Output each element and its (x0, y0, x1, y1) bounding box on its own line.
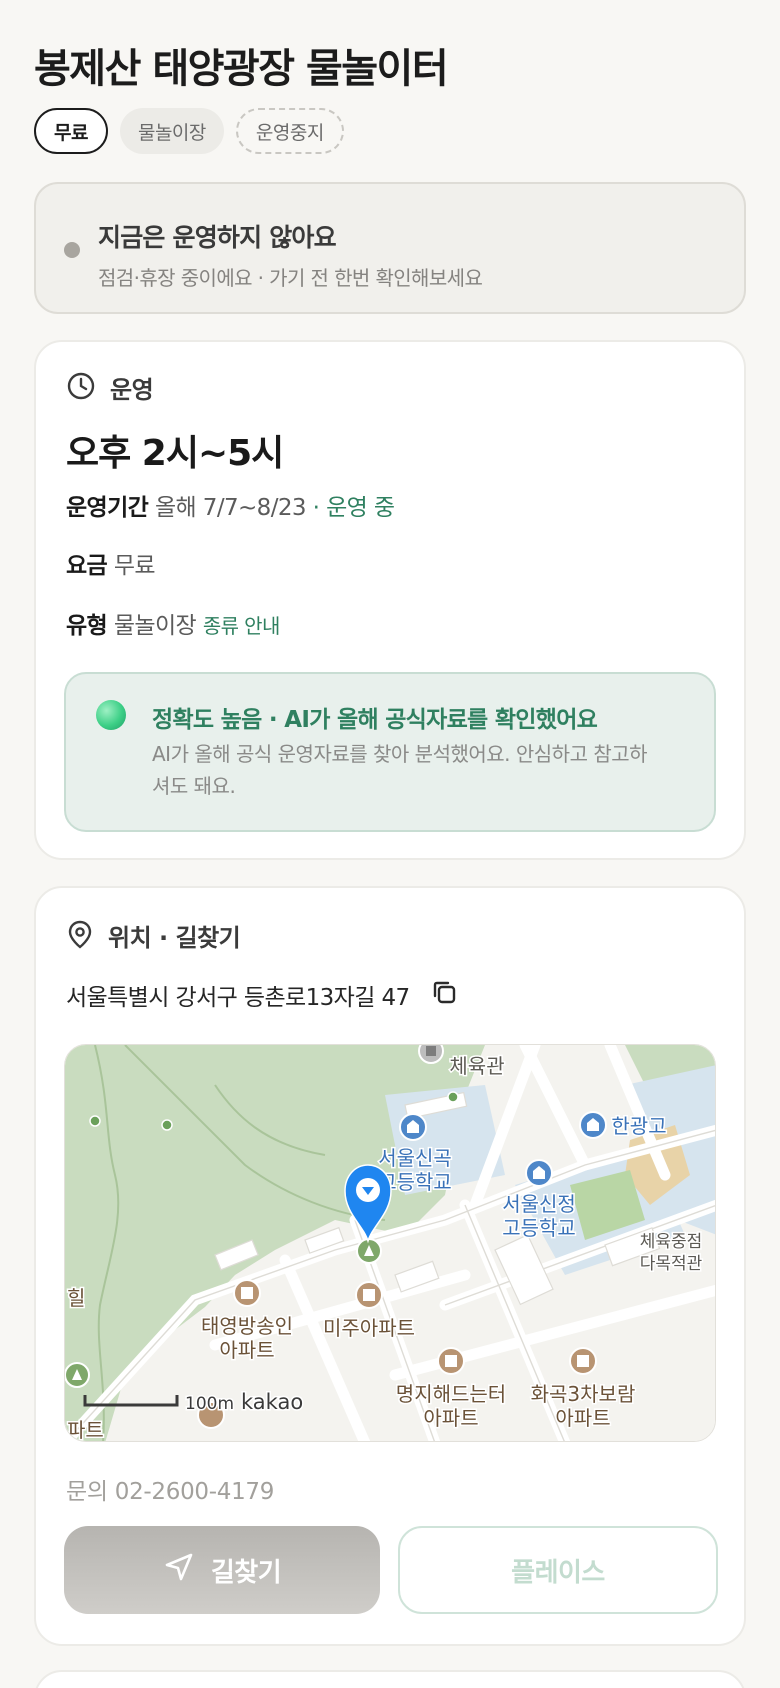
map-label-gym: 체육관 (449, 1054, 504, 1078)
map-label-apt3-line1: 명지해드는터 (396, 1382, 506, 1406)
map-label-apt1-line2: 아파트 (219, 1338, 274, 1362)
map-label-school1-line1: 서울신곡 (378, 1146, 452, 1170)
route-button-label: 길찾기 (210, 1557, 282, 1588)
map-label-apt1-line1: 태영방송인 (201, 1314, 293, 1338)
map-label-sports-line2: 다목적관 (640, 1254, 703, 1274)
status-title: 지금은 운영하지 않아요 (98, 223, 337, 252)
route-button[interactable]: 길찾기 (64, 1526, 380, 1614)
type-row: 유형 물놀이장 종류 안내 (66, 606, 280, 640)
chip-suspended[interactable]: 운영중지 (235, 108, 344, 154)
type-label: 유형 (66, 613, 108, 639)
map-label-apt4-line1: 화곡3차보람 (531, 1382, 636, 1406)
location-section-label: 위치 · 길찾기 (108, 924, 241, 952)
next-card (34, 1670, 746, 1688)
status-dot (64, 242, 80, 258)
hours-section-header: 운영 (66, 370, 154, 405)
copy-icon[interactable] (430, 978, 458, 1012)
type-guide-link[interactable]: 종류 안내 (203, 614, 281, 638)
clock-icon (66, 371, 96, 405)
map-label-edge-left: 힐 (67, 1286, 85, 1310)
page: 봉제산 태양광장 물놀이터 무료 물놀이장 운영중지 지금은 운영하지 않아요 … (0, 0, 780, 1688)
operating-hours: 오후 2시~5시 (66, 433, 284, 474)
period-status: · 운영 중 (312, 495, 395, 521)
map-label-edge-bottom: 파트 (67, 1418, 104, 1442)
map-label-sports-line1: 체육중점 (640, 1232, 703, 1252)
location-card: 위치 · 길찾기 서울특별시 강서구 등촌로13자길 47 체육관 서울신곡 고… (34, 886, 746, 1646)
ai-accuracy-notice: 정확도 높음 · AI가 올해 공식자료를 확인했어요 AI가 올해 공식 운영… (64, 672, 716, 832)
fee-value: 무료 (113, 553, 156, 579)
ai-notice-body: AI가 올해 공식 운영자료를 찾아 분석했어요. 안심하고 참고하셔도 돼요. (152, 742, 648, 798)
location-section-header: 위치 · 길찾기 (66, 918, 241, 953)
map-scale-label: 100m (185, 1394, 234, 1414)
map-label-school2-line2: 고등학교 (502, 1216, 576, 1240)
hours-section-label: 운영 (110, 376, 154, 404)
page-title: 봉제산 태양광장 물놀이터 (34, 46, 449, 92)
map-label-apt3-line2: 아파트 (423, 1406, 478, 1430)
status-subtitle: 점검·휴장 중이에요 · 가기 전 한번 확인해보세요 (98, 266, 483, 290)
type-value: 물놀이장 (113, 613, 197, 639)
hours-card: 운영 오후 2시~5시 운영기간 올해 7/7~8/23 · 운영 중 요금 무… (34, 340, 746, 860)
phone-inquiry[interactable]: 문의 02-2600-4179 (66, 1472, 274, 1506)
location-map[interactable]: 체육관 서울신곡 고등학교 서울신정 고등학교 한광고 체육중점 다목적관 태영… (64, 1044, 716, 1442)
status-card: 지금은 운영하지 않아요 점검·휴장 중이에요 · 가기 전 한번 확인해보세요 (34, 182, 746, 314)
chip-water-playground[interactable]: 물놀이장 (119, 108, 224, 154)
place-button[interactable]: 플레이스 (398, 1526, 718, 1614)
ai-notice-title: 정확도 높음 · AI가 올해 공식자료를 확인했어요 (152, 707, 598, 733)
map-label-apt4-line2: 아파트 (555, 1406, 610, 1430)
chip-free[interactable]: 무료 (34, 108, 108, 154)
map-label-school2-line1: 서울신정 (502, 1192, 576, 1216)
location-pin-icon (66, 919, 94, 953)
map-brand-label: kakao (241, 1390, 303, 1414)
ai-orb-icon (96, 700, 126, 730)
map-label-hanggwang: 한광고 (611, 1114, 666, 1138)
period-row: 운영기간 올해 7/7~8/23 · 운영 중 (66, 488, 395, 522)
address-row: 서울특별시 강서구 등촌로13자길 47 (66, 978, 458, 1012)
navigation-arrow-icon (163, 1551, 195, 1590)
place-button-label: 플레이스 (511, 1557, 605, 1588)
fee-label: 요금 (66, 553, 108, 579)
address-text: 서울특별시 강서구 등촌로13자길 47 (66, 985, 410, 1011)
map-label-apt2: 미주아파트 (323, 1316, 415, 1340)
tag-chips: 무료 물놀이장 운영중지 (34, 108, 344, 154)
period-value: 올해 7/7~8/23 (154, 495, 307, 521)
fee-row: 요금 무료 (66, 546, 156, 580)
period-label: 운영기간 (66, 495, 149, 521)
